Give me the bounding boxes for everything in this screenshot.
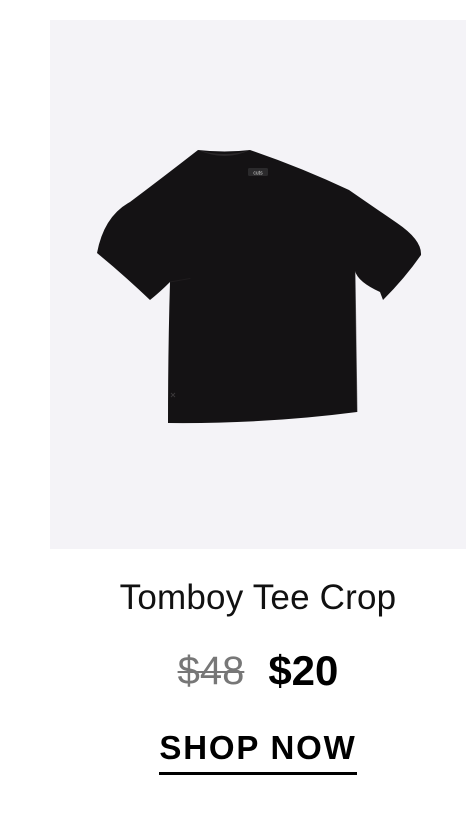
price-row: $48 $20	[50, 646, 466, 696]
product-card[interactable]: cuts Tomboy Tee Crop $48 $20 SHOP NOW	[0, 0, 466, 817]
sale-price: $20	[268, 647, 339, 694]
tshirt-illustration: cuts	[97, 150, 422, 424]
shop-now-link[interactable]: SHOP NOW	[159, 728, 357, 775]
cta-container: SHOP NOW	[50, 728, 466, 775]
original-price: $48	[177, 649, 245, 693]
product-image[interactable]: cuts	[50, 20, 466, 549]
neck-label-text: cuts	[253, 171, 263, 177]
tshirt-body	[97, 150, 422, 424]
product-title[interactable]: Tomboy Tee Crop	[50, 577, 466, 619]
